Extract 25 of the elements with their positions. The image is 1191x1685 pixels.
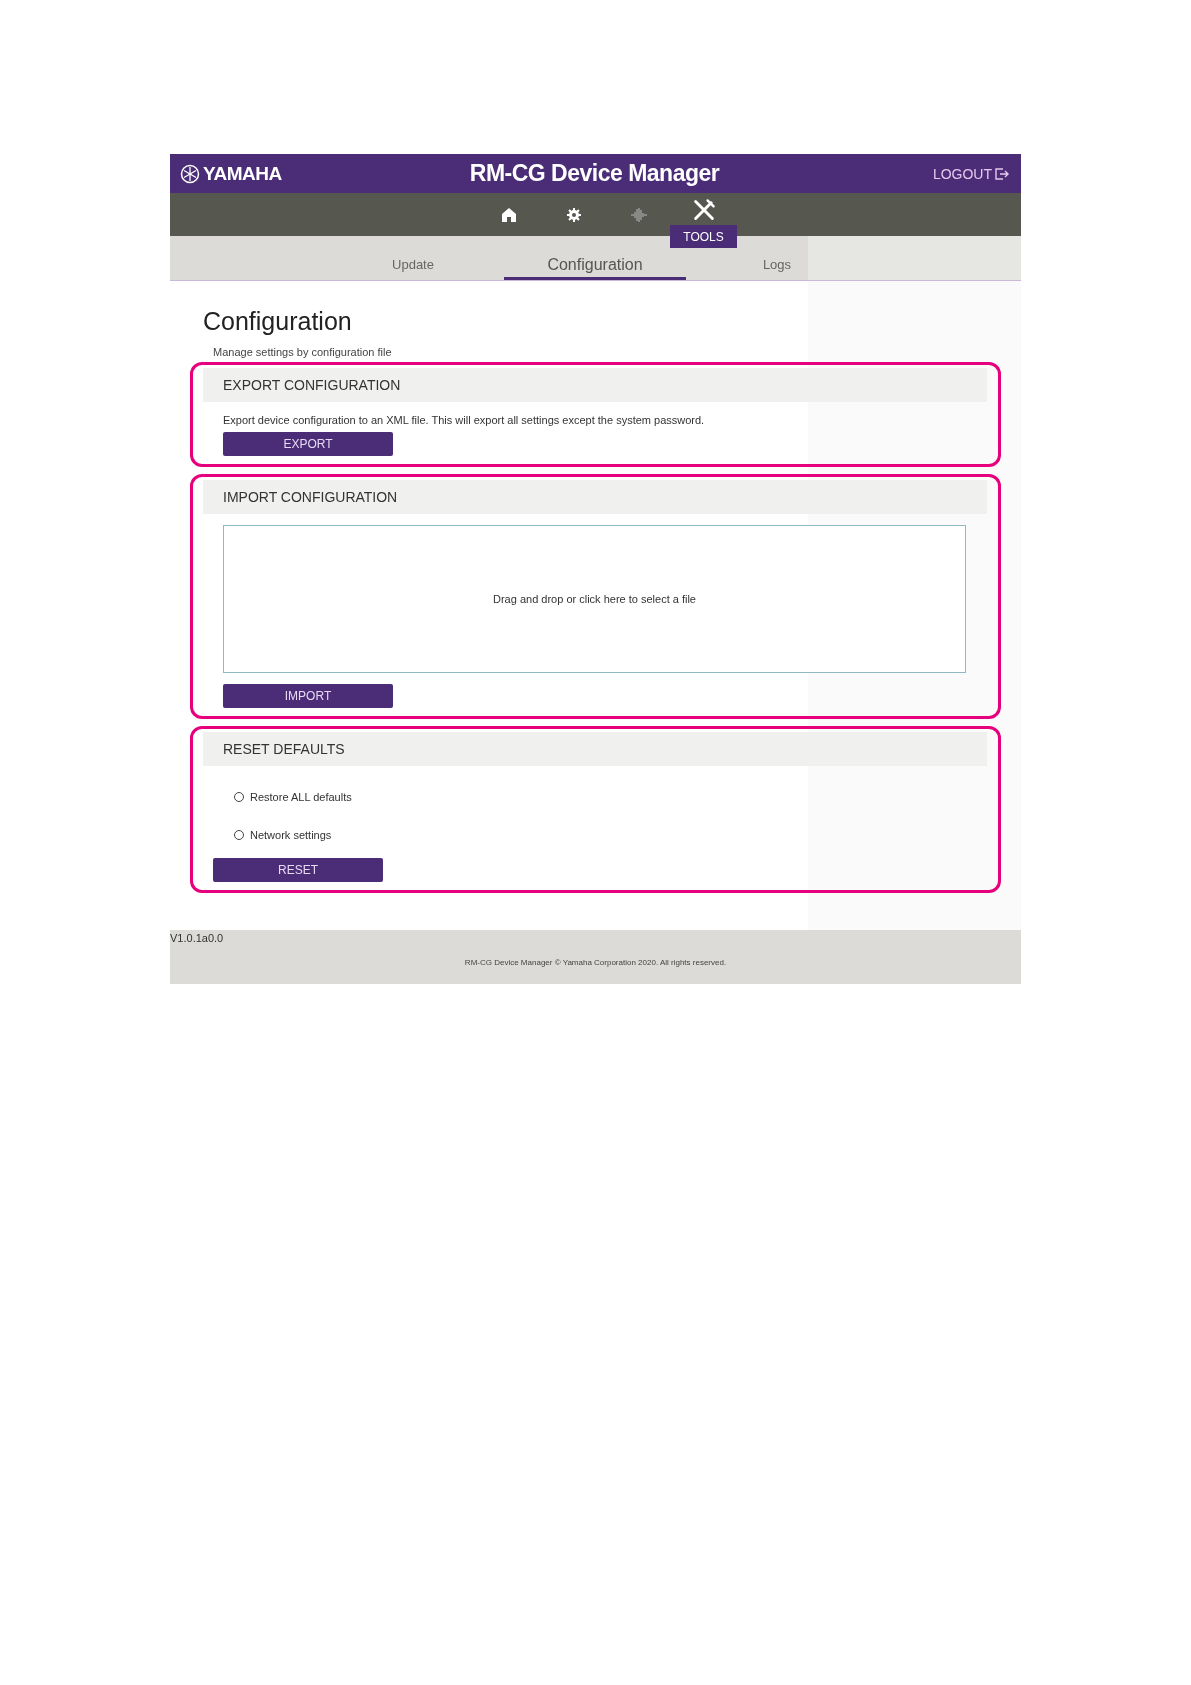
file-drop-zone[interactable]: Drag and drop or click here to select a file xyxy=(223,525,966,673)
page-subtitle: Manage settings by configuration file xyxy=(213,346,393,358)
home-icon[interactable] xyxy=(500,206,517,223)
section-description: Export device configuration to an XML file. This will export all settings except the system password. xyxy=(223,414,706,426)
action-button[interactable]: IMPORT xyxy=(223,684,393,708)
copyright-text: RM-CG Device Manager © Yamaha Corporation 2020. All rights reserved. xyxy=(463,958,728,967)
section-heading: RESET DEFAULTS xyxy=(203,732,987,766)
tab[interactable]: Update xyxy=(322,250,504,280)
logout-link[interactable]: LOGOUT xyxy=(932,165,992,182)
action-button[interactable]: RESET xyxy=(213,858,383,882)
action-button[interactable]: EXPORT xyxy=(223,432,393,456)
settings-icon[interactable] xyxy=(566,207,581,222)
logout-icon[interactable] xyxy=(994,166,1009,181)
app-title: RM-CG Device Manager xyxy=(468,160,721,187)
section-heading: EXPORT CONFIGURATION xyxy=(203,368,987,402)
page-title: Configuration xyxy=(202,306,353,336)
tools-icon[interactable] xyxy=(691,198,716,222)
tab[interactable]: Logs xyxy=(686,250,868,280)
option-label: Restore ALL defaults xyxy=(250,791,352,803)
logo-text: YAMAHA xyxy=(203,162,282,185)
logo-icon xyxy=(180,163,200,184)
version-text: V1.0.1a0.0 xyxy=(170,931,225,944)
section-heading: IMPORT CONFIGURATION xyxy=(203,480,987,514)
nav-tab[interactable]: TOOLS xyxy=(670,225,737,248)
option-label: Network settings xyxy=(250,829,332,841)
